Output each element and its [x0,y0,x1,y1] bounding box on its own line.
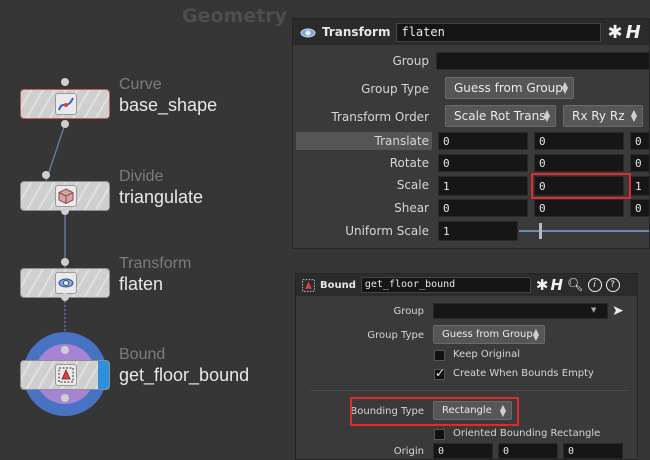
shear-y-field[interactable]: 0 [534,199,624,217]
keep-original-checkbox[interactable] [434,350,445,361]
transform-order-label: Transform Order [331,110,429,124]
node-type-label: Divide [119,168,164,185]
question-icon[interactable]: ? [605,278,620,292]
group-label: Group [393,306,424,317]
group-type-menu[interactable]: Guess from Group ▲ ▼ [445,77,574,99]
gear-icon[interactable]: ✱ [536,276,549,294]
menu-arrows-icon: ▲ ▼ [561,80,568,95]
node-name-label: flaten [119,274,164,294]
help-h-icon[interactable]: H [550,276,563,294]
uniform-scale-field[interactable]: 1 [438,221,518,241]
output-port[interactable] [61,120,69,128]
scale-x-field[interactable]: 1 [438,176,528,196]
parameter-panel-header: Bound get_floor_bound ✱ H 🔍︎ i ? [296,274,637,296]
shear-z-field[interactable]: 0 [630,199,649,217]
output-port[interactable] [61,207,69,215]
display-flag[interactable] [98,361,109,389]
translate-y-field[interactable]: 0 [534,132,624,150]
cube-icon [55,185,77,207]
node-base-shape[interactable] [20,89,110,119]
input-port[interactable] [61,346,69,354]
group-label: Group [392,54,429,68]
scale-y-highlight-box [531,173,631,199]
uniform-scale-slider-handle[interactable] [539,223,542,239]
shear-label: Shear [394,201,429,215]
node-name-field[interactable]: flaten [396,22,602,42]
origin-label: Origin [393,446,424,457]
rotate-order-value: Rx Ry Rz [572,109,625,123]
rotate-z-field[interactable]: 0 [630,154,649,172]
origin-y-field[interactable]: 0 [498,443,558,459]
operator-type-label: Transform [322,25,391,39]
keep-original-label: Keep Original [453,349,521,360]
bound-icon [300,277,316,293]
info-icon[interactable]: i [587,278,602,292]
translate-z-field[interactable]: 0 [630,132,649,150]
output-port[interactable] [61,394,69,402]
group-type-menu[interactable]: Guess from Group ▲ ▼ [433,325,545,344]
rotate-order-menu[interactable]: Rx Ry Rz ▲ ▼ [563,105,643,127]
group-type-label: Group Type [367,330,424,341]
group-type-value: Guess from Group [454,81,563,95]
oriented-bounding-rectangle-label: Oriented Bounding Rectangle [453,428,601,439]
transform-order-menu[interactable]: Scale Rot Trans ▲ ▼ [445,105,556,127]
rotate-y-field[interactable]: 0 [534,154,624,172]
rotate-label: Rotate [389,156,429,170]
operator-type-label: Bound [320,279,356,291]
input-port[interactable] [61,78,69,86]
transform-parameter-panel: Transform flaten ✱ H Group Group Type Gu… [292,18,650,249]
node-name-label: base_shape [119,95,218,115]
node-name-label: get_floor_bound [119,365,250,385]
group-type-label: Group Type [361,82,429,96]
menu-arrows-icon: ▲ ▼ [532,326,539,342]
uniform-scale-label: Uniform Scale [345,224,429,238]
rotate-x-field[interactable]: 0 [438,154,528,172]
node-type-label: Bound [119,346,166,363]
curve-icon [55,93,77,115]
translate-x-field[interactable]: 0 [438,132,528,150]
group-type-value: Guess from Group [442,329,533,340]
bound-icon [55,364,77,386]
bounding-type-highlight-box [350,397,519,426]
input-port[interactable] [42,171,50,179]
scale-z-field[interactable]: 1 [630,176,649,196]
node-name-label: triangulate [119,187,204,207]
menu-arrows-icon: ▲ ▼ [543,108,550,123]
gear-icon[interactable]: ✱ [607,22,622,43]
dropdown-arrow-icon[interactable]: ▼ [591,306,596,314]
node-type-label: Transform [119,255,192,272]
select-arrow-icon[interactable]: ➤ [612,303,624,319]
scale-label: Scale [396,178,429,192]
shear-x-field[interactable]: 0 [438,199,528,217]
origin-x-field[interactable]: 0 [433,443,493,459]
create-when-bounds-empty-checkbox[interactable] [434,366,445,380]
menu-arrows-icon: ▲ ▼ [630,108,637,123]
translate-label: Translate [374,134,430,148]
origin-z-field[interactable]: 0 [563,443,623,459]
node-type-label: Curve [119,76,162,93]
transform-order-value: Scale Rot Trans [454,109,546,123]
bound-parameter-panel: Bound get_floor_bound ✱ H 🔍︎ i ? Group ▼… [295,273,638,460]
node-get-floor-bound[interactable] [20,360,110,390]
parameter-panel-header: Transform flaten ✱ H [293,19,649,45]
create-when-bounds-empty-label: Create When Bounds Empty [453,368,594,379]
oriented-bounding-rectangle-checkbox[interactable] [434,429,445,440]
transform-icon [55,272,77,294]
node-name-field[interactable]: get_floor_bound [360,277,531,293]
help-h-icon[interactable]: H [626,22,641,43]
output-port[interactable] [61,293,69,301]
group-field[interactable] [433,303,608,319]
input-port[interactable] [61,258,69,266]
section-divider [310,390,628,391]
group-field[interactable] [436,52,649,70]
transform-icon [298,22,318,42]
search-icon[interactable]: 🔍︎ [567,278,584,293]
